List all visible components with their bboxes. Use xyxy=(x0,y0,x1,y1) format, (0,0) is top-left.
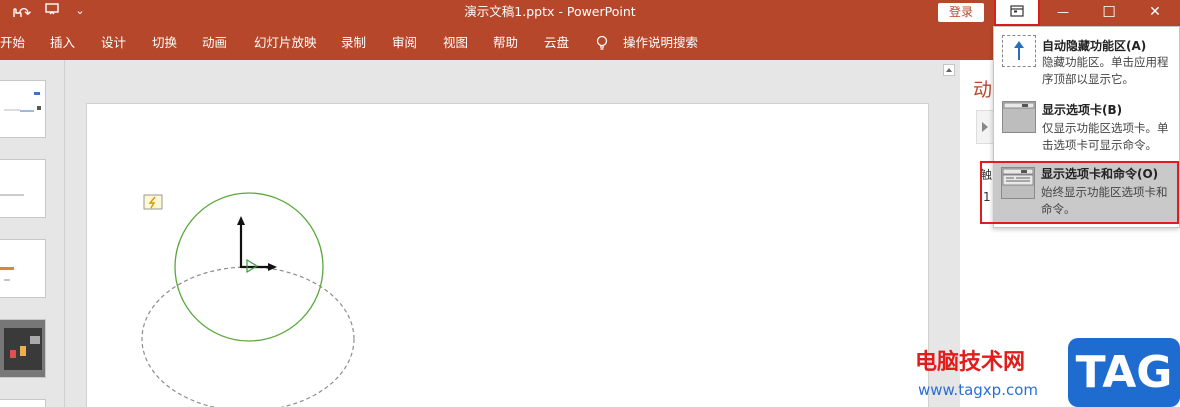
animation-trigger-icon[interactable] xyxy=(143,194,163,210)
animation-pane-title: 动 xyxy=(973,79,993,101)
slide-thumbnail[interactable] xyxy=(0,80,46,138)
slide-thumbnail[interactable] xyxy=(0,239,46,298)
watermark-tag-logo: TAG xyxy=(1068,338,1180,407)
slide-thumbnail[interactable] xyxy=(0,399,46,407)
option-description: 隐藏功能区。单击应用程序顶部以显示它。 xyxy=(1042,55,1169,86)
tab-insert[interactable]: 插入 xyxy=(50,26,75,60)
tab-review[interactable]: 审阅 xyxy=(392,26,417,60)
ribbon-display-icon xyxy=(1010,5,1024,17)
title-bar: ↷ ⌄ 演示文稿1.pptx - PowerPoint 登录 — ☐ ✕ xyxy=(0,0,1180,26)
tab-record[interactable]: 录制 xyxy=(341,26,366,60)
auto-hide-ribbon-icon xyxy=(1002,35,1036,67)
axis-arrows-icon xyxy=(237,216,277,274)
tab-slideshow[interactable]: 幻灯片放映 xyxy=(254,26,317,60)
menu-item-auto-hide-ribbon[interactable]: 自动隐藏功能区(A) 隐藏功能区。单击应用程序顶部以显示它。 xyxy=(994,27,1180,89)
selection-highlight-box xyxy=(980,161,1179,224)
pane-divider xyxy=(64,60,65,407)
option-description: 仅显示功能区选项卡。单击选项卡可显示命令。 xyxy=(1042,121,1169,152)
slide-thumbnail[interactable] xyxy=(0,319,46,378)
scroll-up-button[interactable] xyxy=(943,64,955,76)
option-title: 显示选项卡(B) xyxy=(1042,103,1123,117)
slide-shapes xyxy=(141,192,355,407)
animation-play-button[interactable] xyxy=(976,110,994,144)
tab-transitions[interactable]: 切换 xyxy=(152,26,177,60)
close-button[interactable]: ✕ xyxy=(1132,0,1178,26)
lightbulb-icon xyxy=(596,35,608,50)
ribbon-display-options-button[interactable] xyxy=(994,0,1040,26)
watermark-url: www.tagxp.com xyxy=(918,381,1038,399)
tell-me-search[interactable]: 操作说明搜索 xyxy=(623,26,698,60)
login-button[interactable]: 登录 xyxy=(938,3,984,22)
tab-animations[interactable]: 动画 xyxy=(202,26,227,60)
slide-canvas[interactable] xyxy=(86,103,929,407)
tab-cloud[interactable]: 云盘 xyxy=(544,26,569,60)
minimize-button[interactable]: — xyxy=(1040,0,1086,26)
maximize-button[interactable]: ☐ xyxy=(1086,0,1132,26)
tab-home[interactable]: 开始 xyxy=(0,26,25,60)
show-tabs-icon xyxy=(1002,101,1036,133)
option-title: 自动隐藏功能区(A) xyxy=(1042,39,1147,53)
slide-thumbnail[interactable] xyxy=(0,159,46,218)
window-title: 演示文稿1.pptx - PowerPoint xyxy=(464,4,636,19)
tab-design[interactable]: 设计 xyxy=(101,26,126,60)
dashed-motion-path[interactable] xyxy=(141,266,355,407)
tab-help[interactable]: 帮助 xyxy=(493,26,518,60)
tab-view[interactable]: 视图 xyxy=(443,26,468,60)
menu-item-show-tabs[interactable]: 显示选项卡(B) 仅显示功能区选项卡。单击选项卡可显示命令。 xyxy=(994,93,1180,159)
watermark-site-name: 电脑技术网 xyxy=(915,350,1026,375)
slide-thumbnails-pane xyxy=(0,60,58,407)
